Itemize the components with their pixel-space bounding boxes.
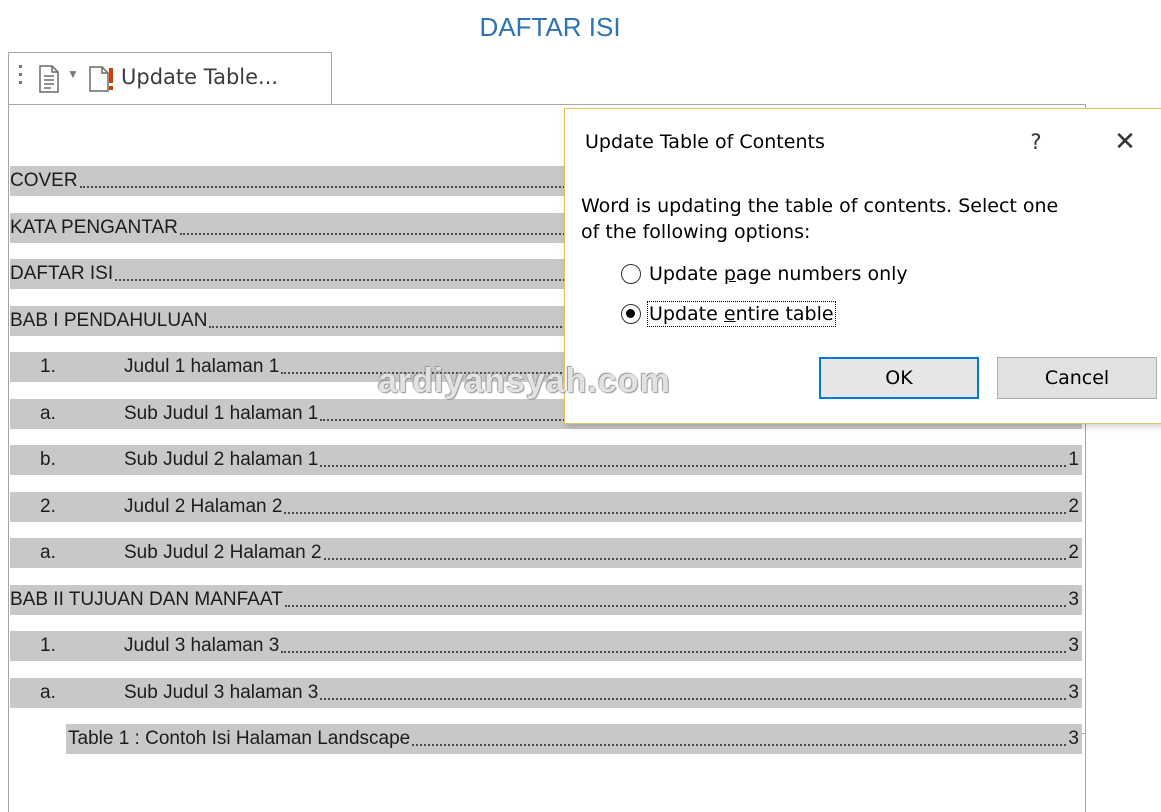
option-label-prefix: Update: [649, 263, 724, 285]
toc-entry[interactable]: a. Sub Judul 3 halaman 3 3: [10, 678, 1082, 708]
update-toc-dialog: Update Table of Contents ? ✕ Word is upd…: [564, 108, 1161, 424]
ok-button[interactable]: OK: [819, 357, 979, 399]
toc-entry-text: KATA PENGANTAR: [10, 217, 178, 238]
toc-entry-text: Judul 3 halaman 3: [124, 635, 280, 656]
toc-entry-number: a.: [40, 403, 56, 424]
toc-dot-leader: [320, 463, 1067, 467]
toc-entry-text: BAB I PENDAHULUAN: [10, 310, 208, 331]
toc-dot-leader: [323, 556, 1067, 560]
toc-entry-text: COVER: [10, 170, 78, 191]
toc-entry-text: Sub Judul 2 Halaman 2: [124, 542, 322, 563]
toc-entry-page: 3: [1068, 682, 1079, 703]
close-icon[interactable]: ✕: [1105, 123, 1145, 161]
option-label-accesskey: e: [723, 303, 736, 325]
toc-entry[interactable]: 1. Judul 3 halaman 3 3: [10, 631, 1082, 661]
toc-entry-number: 1.: [40, 356, 56, 377]
toc-entry-number: b.: [40, 449, 56, 470]
option-label-accesskey: p: [723, 263, 736, 285]
option-update-page-numbers-label: Update page numbers only: [649, 263, 908, 285]
toc-entry-text: BAB II TUJUAN DAN MANFAAT: [10, 589, 283, 610]
toc-entry-page: 3: [1068, 589, 1079, 610]
toc-dot-leader: [320, 696, 1067, 700]
radio-update-page-numbers[interactable]: [621, 264, 641, 284]
cancel-button[interactable]: Cancel: [997, 357, 1157, 399]
toc-entry-page: 2: [1068, 496, 1079, 517]
toc-entry-page: 3: [1068, 635, 1079, 656]
dropdown-arrow-icon[interactable]: ▼: [67, 67, 79, 81]
toc-entry-number: a.: [40, 682, 56, 703]
toc-entry-text: Sub Judul 2 halaman 1: [124, 449, 319, 470]
option-label-prefix: Update: [649, 303, 724, 325]
toc-entry[interactable]: 2. Judul 2 Halaman 2 2: [10, 492, 1082, 522]
option-label-suffix: ntire table: [735, 303, 834, 325]
toc-entry-text: Judul 1 halaman 1: [124, 356, 280, 377]
toc-dot-leader: [281, 649, 1067, 653]
page-heading: DAFTAR ISI: [479, 12, 621, 42]
grip-icon[interactable]: [19, 65, 25, 87]
toc-entry-page: 2: [1068, 542, 1079, 563]
option-update-entire-table-label: Update entire table: [647, 301, 836, 327]
toc-entry-number: 1.: [40, 635, 56, 656]
radio-update-entire-table[interactable]: [621, 304, 641, 324]
option-update-page-numbers[interactable]: Update page numbers only: [621, 259, 908, 289]
toc-dot-leader: [412, 742, 1067, 746]
dialog-title: Update Table of Contents: [585, 131, 825, 153]
toc-entry-page: 3: [1068, 728, 1079, 749]
document-icon[interactable]: [37, 65, 61, 93]
dialog-message: Word is updating the table of contents. …: [581, 195, 1059, 243]
option-update-entire-table[interactable]: Update entire table: [621, 299, 836, 329]
update-table-button[interactable]: Update Table...: [121, 65, 278, 89]
page-margin-line: [1085, 734, 1086, 812]
update-table-icon[interactable]: [87, 65, 117, 93]
toc-entry-text: Table 1 : Contoh Isi Halaman Landscape: [68, 728, 411, 749]
toc-entry[interactable]: Table 1 : Contoh Isi Halaman Landscape 3: [66, 724, 1082, 754]
toc-entry-text: Sub Judul 3 halaman 3: [124, 682, 319, 703]
content-control-tab: ▼ Update Table...: [8, 52, 332, 104]
toc-entry-number: a.: [40, 542, 56, 563]
toc-entry-number: 2.: [40, 496, 56, 517]
toc-entry-text: DAFTAR ISI: [10, 263, 114, 284]
option-label-suffix: age numbers only: [735, 263, 908, 285]
toc-entry[interactable]: BAB II TUJUAN DAN MANFAAT 3: [10, 585, 1082, 615]
toc-entry-page: 1: [1068, 449, 1079, 470]
toc-dot-leader: [284, 510, 1067, 514]
help-icon[interactable]: ?: [1021, 125, 1051, 159]
toc-entry[interactable]: a. Sub Judul 2 Halaman 2 2: [10, 538, 1082, 568]
toc-dot-leader: [284, 603, 1067, 607]
toc-entry-text: Sub Judul 1 halaman 1: [124, 403, 319, 424]
toc-entry-text: Judul 2 Halaman 2: [124, 496, 283, 517]
toc-entry[interactable]: b. Sub Judul 2 halaman 1 1: [10, 445, 1082, 475]
